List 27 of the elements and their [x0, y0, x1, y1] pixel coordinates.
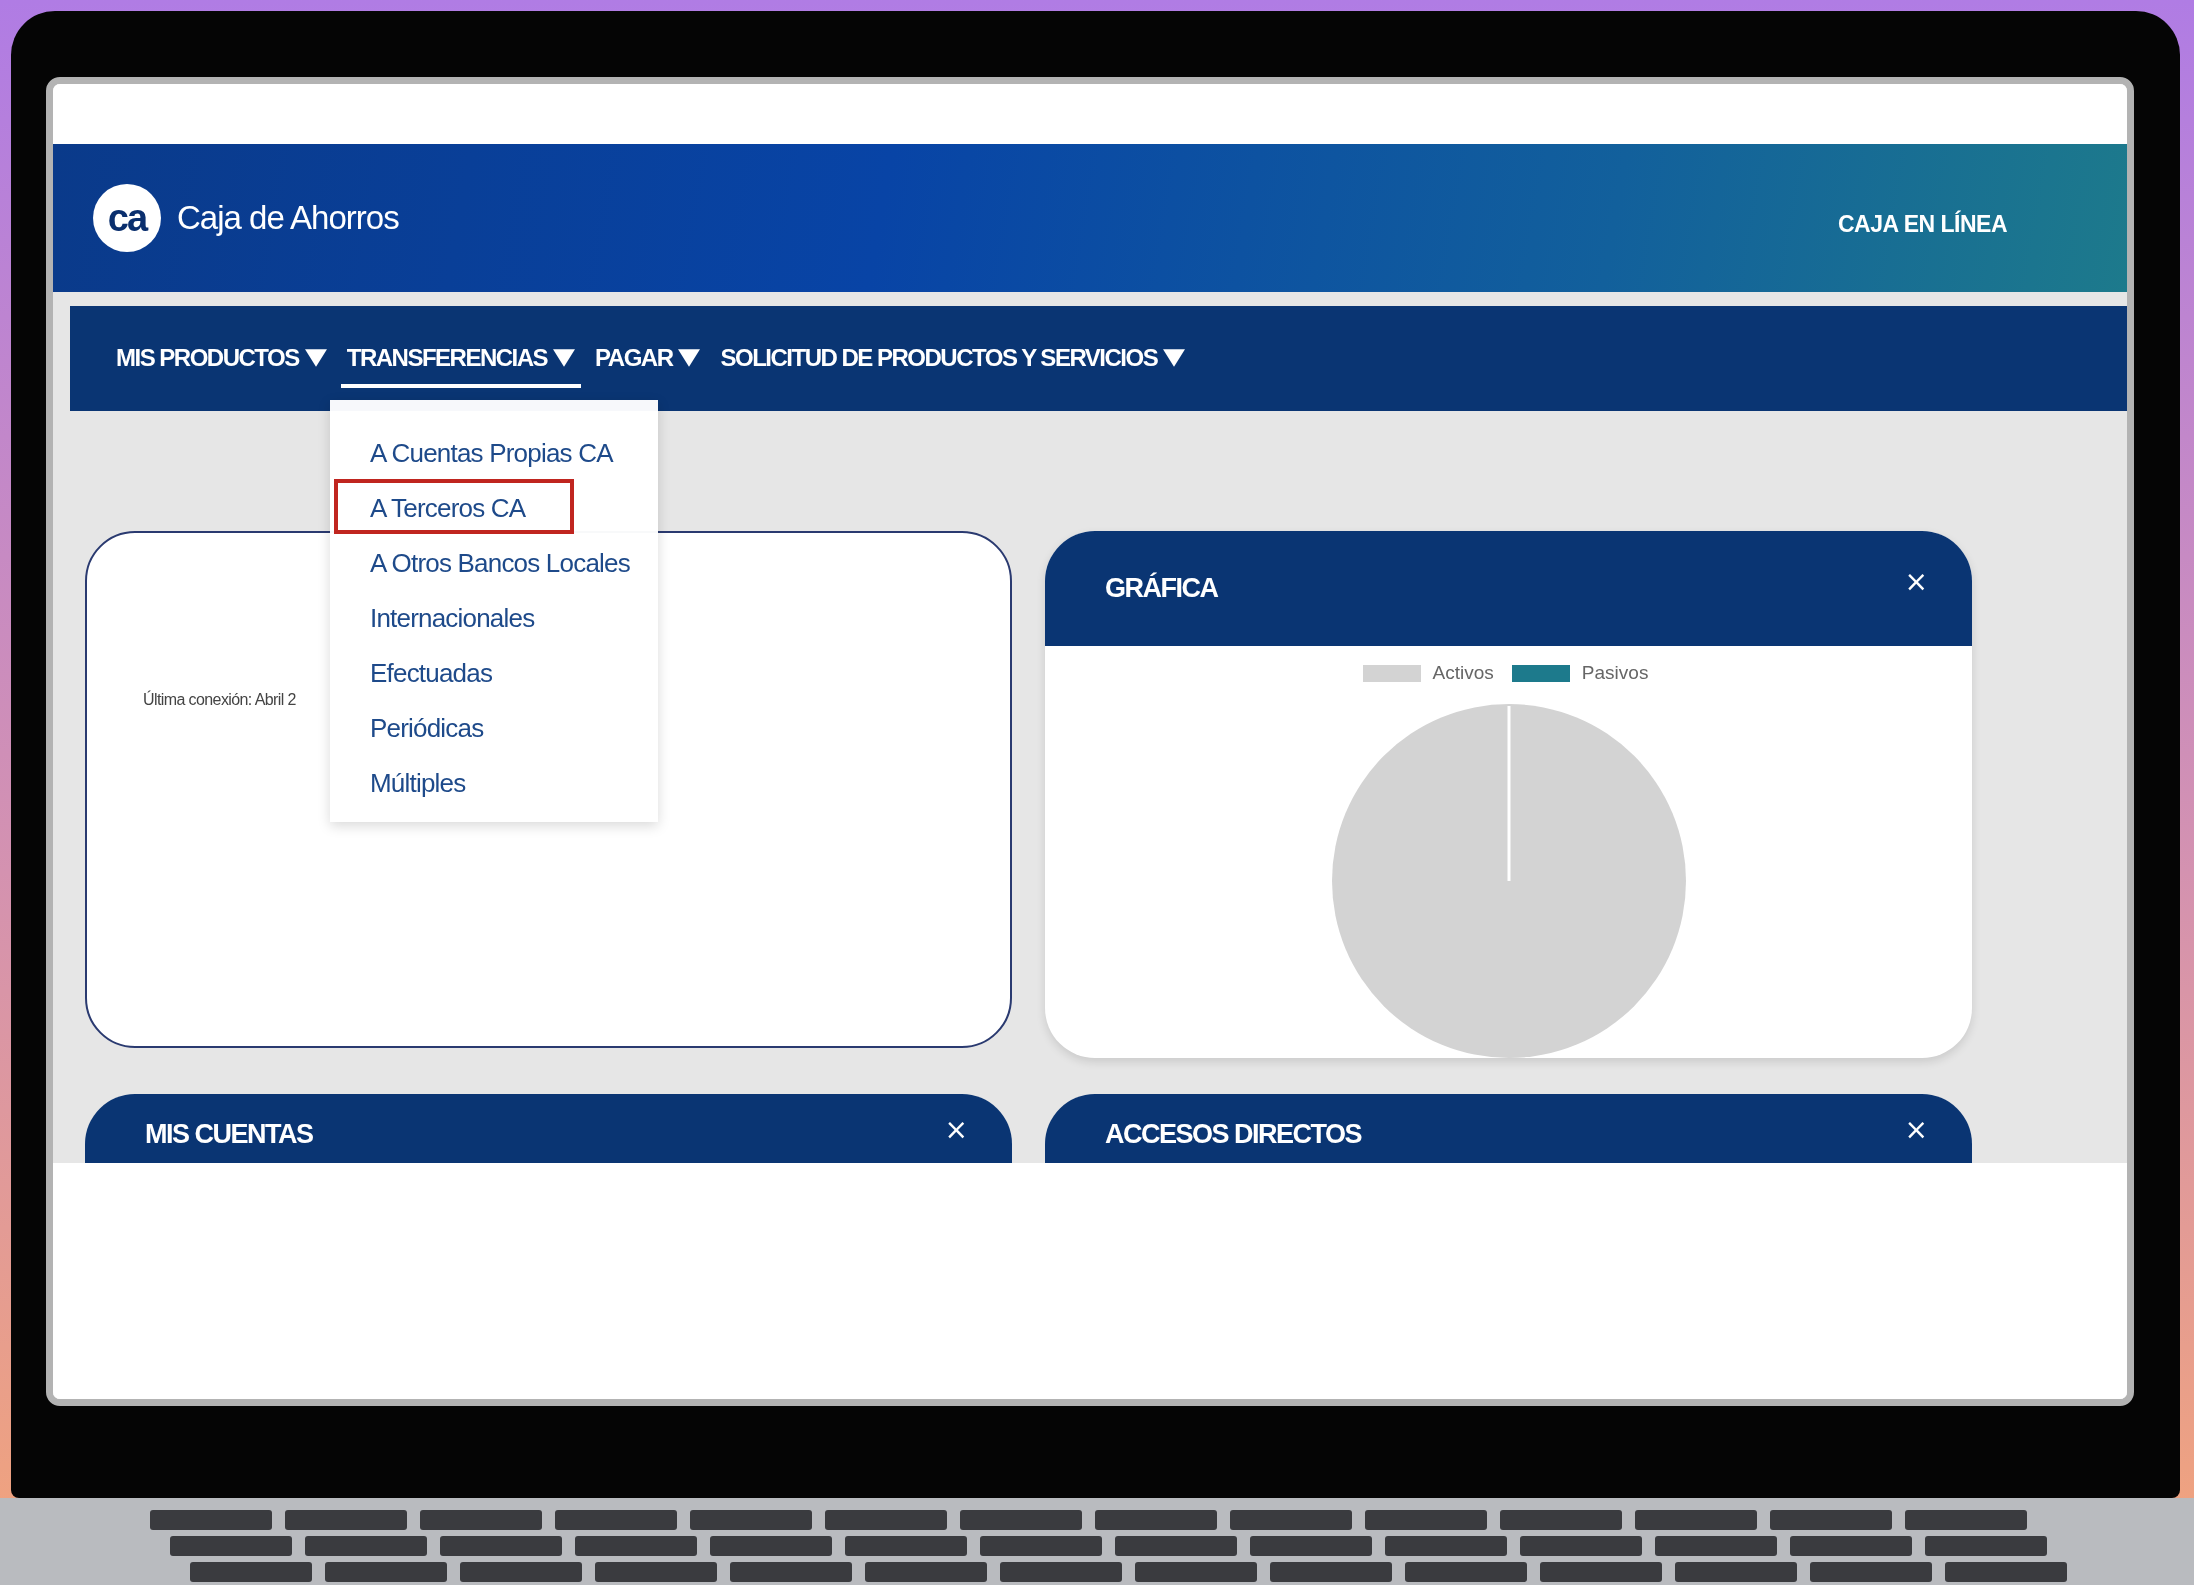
close-button[interactable]: × [940, 1112, 972, 1146]
caret-icon [553, 348, 576, 367]
nav-menu-item[interactable]: TRANSFERENCIAS [340, 333, 582, 388]
logo-mark: ca [93, 184, 161, 252]
legend-label: Activos [1432, 662, 1494, 684]
nav-menu-item[interactable]: SOLICITUD DE PRODUCTOS Y SERVICIOS [714, 333, 1192, 388]
dropdown-menu-item[interactable]: A Terceros CA [334, 479, 574, 534]
dropdown-menu-item[interactable]: Efectuadas [334, 644, 574, 699]
card-title: MIS CUENTAS [145, 1118, 313, 1150]
close-button[interactable]: × [1900, 1112, 1932, 1146]
nav-menu-item[interactable]: PAGAR [589, 333, 707, 388]
nav-menu-item[interactable]: MIS PRODUCTOS [110, 333, 333, 388]
dropdown-menu-item[interactable]: Internacionales [334, 589, 574, 644]
card-title: GRÁFICA [1105, 573, 1218, 604]
legend-label: Pasivos [1581, 662, 1649, 684]
last-login-text: Última conexión: Abril 2 [143, 691, 296, 708]
brand-name: Caja de Ahorros [177, 199, 399, 237]
dropdown-menu-item[interactable]: Periódicas [334, 699, 574, 754]
caret-icon [304, 348, 327, 367]
caret-icon [678, 348, 701, 367]
caret-icon [1163, 348, 1186, 367]
card-title: ACCESOS DIRECTOS [1105, 1118, 1362, 1150]
dropdown-menu-item[interactable]: A Cuentas Propias CA [334, 424, 617, 479]
caja-en-linea-link[interactable]: CAJA EN LÍNEA [1838, 210, 2007, 238]
close-button[interactable]: × [1900, 565, 1932, 598]
dropdown-menu-item[interactable]: A Otros Bancos Locales [334, 534, 634, 589]
dropdown-menu-item[interactable]: Múltiples [334, 754, 574, 809]
